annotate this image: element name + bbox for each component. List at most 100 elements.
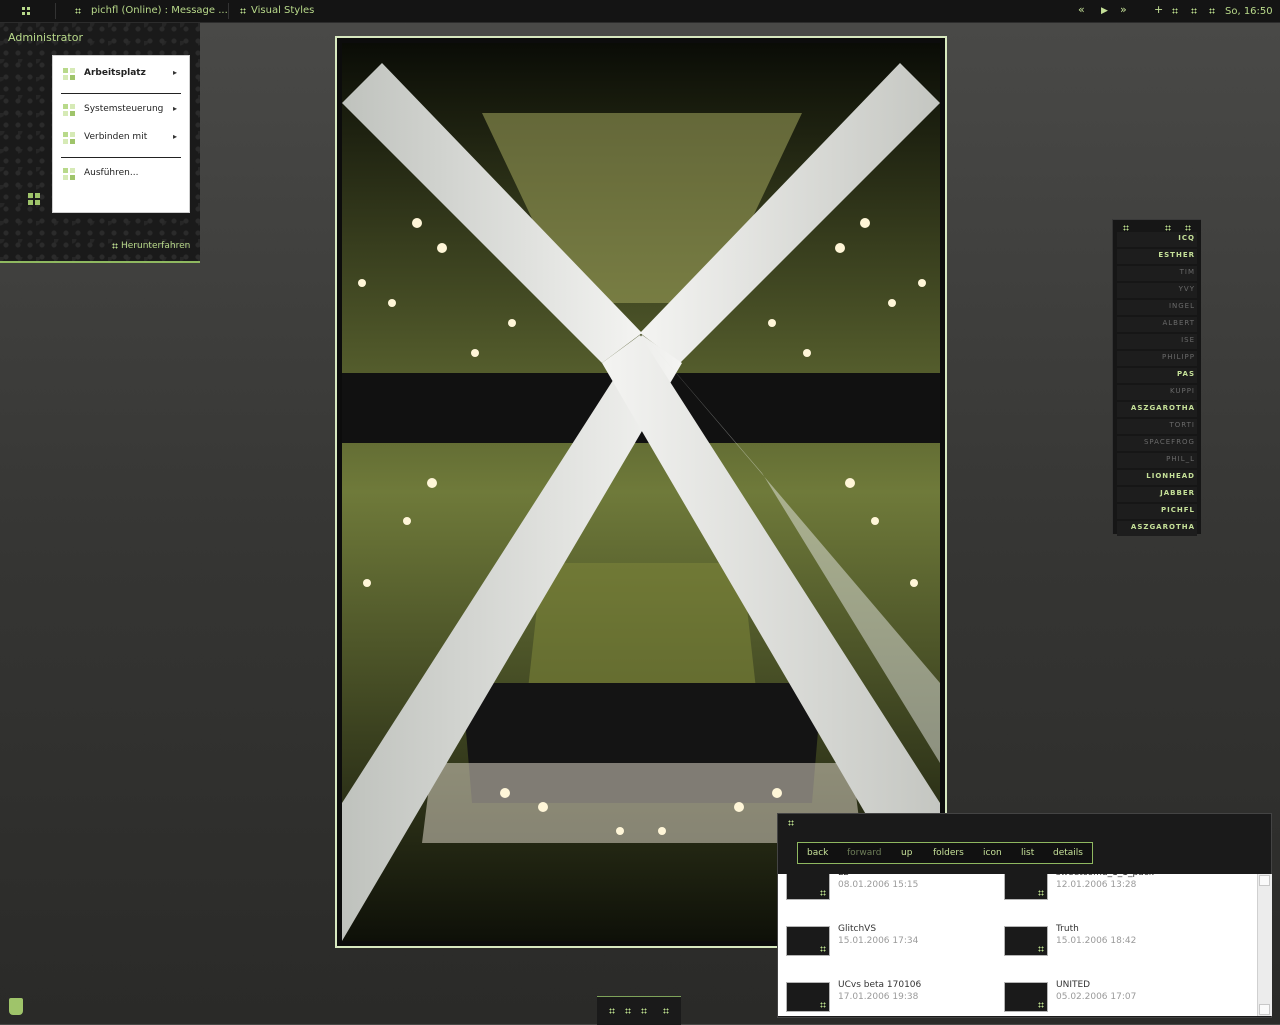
folder-thumbnail <box>1004 874 1048 900</box>
contact-item[interactable]: TIM <box>1180 268 1195 276</box>
contact-item[interactable]: ASZGAROTHA <box>1131 404 1195 412</box>
start-menu: Administrator Arbeitsplatz ▸ Systemsteue… <box>0 23 200 263</box>
contact-item[interactable]: INGEL <box>1169 302 1195 310</box>
control-panel-icon <box>63 104 75 116</box>
explorer-toolbar: back forward up folders icon list detail… <box>797 842 1093 864</box>
contact-item[interactable]: PICHFL <box>1161 506 1195 514</box>
user-name: Administrator <box>8 31 83 44</box>
menu-item-systemsteuerung[interactable]: Systemsteuerung ▸ <box>53 100 189 120</box>
file-name: sweetcomu_1_1_pack <box>1056 874 1154 878</box>
tray-network-icon[interactable] <box>1209 8 1215 14</box>
contact-item[interactable]: ICQ <box>1178 234 1195 242</box>
architecture-photo-illustration <box>342 43 940 941</box>
rewind-icon[interactable]: « <box>1078 4 1085 16</box>
wallpaper-photo <box>335 36 947 948</box>
tray-dots-icon[interactable] <box>1172 8 1178 14</box>
menu-divider <box>61 93 181 94</box>
task-label: pichfl (Online) : Message ... <box>91 5 228 16</box>
clock[interactable]: So, 16:50 <box>1225 6 1273 17</box>
dock-item-icon[interactable] <box>641 1008 647 1014</box>
folders-button[interactable]: folders <box>933 848 964 858</box>
contact-item[interactable]: PHIL_L <box>1166 455 1195 463</box>
file-list: LE 08.01.2006 15:15 sweetcomu_1_1_pack 1… <box>778 874 1257 1016</box>
options-dots-icon[interactable] <box>1185 225 1191 231</box>
menu-item-label: Systemsteuerung <box>84 104 164 114</box>
folder-thumbnail <box>1004 926 1048 956</box>
contact-item[interactable]: ISE <box>1181 336 1195 344</box>
scroll-down-button[interactable] <box>1259 1004 1270 1015</box>
file-item[interactable]: sweetcomu_1_1_pack 12.01.2006 13:28 <box>996 874 1196 904</box>
contact-item[interactable]: PAS <box>1177 370 1195 378</box>
submenu-arrow-icon: ▸ <box>172 104 177 113</box>
shutdown-label: Herunterfahren <box>121 241 191 251</box>
recycle-bin-icon[interactable] <box>9 998 23 1015</box>
contact-item[interactable]: PHILIPP <box>1162 353 1195 361</box>
dock-item-icon[interactable] <box>625 1008 631 1014</box>
file-date: 08.01.2006 15:15 <box>838 880 919 890</box>
contact-item[interactable]: ESTHER <box>1158 251 1195 259</box>
start-button[interactable] <box>0 0 54 22</box>
task-dots-icon <box>240 8 246 14</box>
up-button[interactable]: up <box>901 848 912 858</box>
file-item[interactable]: UCvs beta 170106 17.01.2006 19:38 <box>778 980 978 1016</box>
file-date: 12.01.2006 13:28 <box>1056 880 1137 890</box>
all-programs-icon[interactable] <box>28 193 40 205</box>
add-icon[interactable]: + <box>1154 4 1163 16</box>
taskbar-task-visual-styles[interactable]: Visual Styles <box>232 0 352 22</box>
taskbar-separator <box>55 3 56 19</box>
contact-item[interactable]: TORTI <box>1170 421 1195 429</box>
file-name: UNITED <box>1056 980 1091 990</box>
contact-item[interactable]: SPACEFROG <box>1144 438 1195 446</box>
menu-item-label: Ausführen... <box>84 168 139 178</box>
contact-item[interactable]: LIONHEAD <box>1146 472 1195 480</box>
menu-item-verbinden-mit[interactable]: Verbinden mit ▸ <box>53 128 189 148</box>
play-icon[interactable]: ▶ <box>1101 5 1108 17</box>
file-date: 17.01.2006 19:38 <box>838 992 919 1002</box>
menu-dots-icon[interactable] <box>1123 225 1129 231</box>
details-view-button[interactable]: details <box>1053 848 1083 858</box>
file-item[interactable]: UNITED 05.02.2006 17:07 <box>996 980 1196 1016</box>
task-label: Visual Styles <box>251 5 315 16</box>
start-grid-icon <box>22 7 30 15</box>
dock-resize-icon[interactable] <box>663 1008 669 1014</box>
file-item[interactable]: Truth 15.01.2006 18:42 <box>996 924 1196 960</box>
menu-item-arbeitsplatz[interactable]: Arbeitsplatz ▸ <box>53 64 189 84</box>
submenu-arrow-icon: ▸ <box>172 132 177 141</box>
menu-item-label: Arbeitsplatz <box>84 68 146 78</box>
contact-item[interactable]: KUPPI <box>1170 387 1195 395</box>
folder-thumbnail <box>1004 982 1048 1012</box>
file-date: 15.01.2006 18:42 <box>1056 936 1137 946</box>
taskbar-separator <box>228 3 229 19</box>
submenu-arrow-icon: ▸ <box>172 68 177 77</box>
taskbar: pichfl (Online) : Message ... Visual Sty… <box>0 0 1280 23</box>
fast-forward-icon[interactable]: » <box>1120 4 1127 16</box>
status-dots-icon[interactable] <box>1165 225 1171 231</box>
forward-button[interactable]: forward <box>847 848 882 858</box>
contact-item[interactable]: JABBER <box>1160 489 1195 497</box>
shutdown-dots-icon <box>112 242 118 249</box>
menu-item-ausfuehren[interactable]: Ausführen... <box>53 164 189 184</box>
contact-item[interactable]: ASZGAROTHA <box>1131 523 1195 531</box>
file-name: Truth <box>1056 924 1079 934</box>
back-button[interactable]: back <box>807 848 828 858</box>
file-name: LE <box>838 874 849 878</box>
file-date: 05.02.2006 17:07 <box>1056 992 1137 1002</box>
file-name: UCvs beta 170106 <box>838 980 922 990</box>
shutdown-button[interactable]: Herunterfahren <box>112 241 190 251</box>
vertical-scrollbar[interactable] <box>1257 874 1272 1016</box>
contact-item[interactable]: ALBERT <box>1162 319 1195 327</box>
folder-thumbnail <box>786 874 830 900</box>
dock-item-icon[interactable] <box>609 1008 615 1014</box>
window-grip-icon[interactable] <box>788 820 794 826</box>
file-item[interactable]: GlitchVS 15.01.2006 17:34 <box>778 924 978 960</box>
taskbar-task-message[interactable]: pichfl (Online) : Message ... <box>60 0 228 22</box>
tray-grid-icon[interactable] <box>1191 8 1197 14</box>
network-connections-icon <box>63 132 75 144</box>
computer-icon <box>63 68 75 80</box>
icon-view-button[interactable]: icon <box>983 848 1002 858</box>
bottom-dock <box>597 996 681 1025</box>
file-item[interactable]: LE 08.01.2006 15:15 <box>778 874 978 904</box>
contact-item[interactable]: YVY <box>1179 285 1195 293</box>
list-view-button[interactable]: list <box>1021 848 1034 858</box>
scroll-up-button[interactable] <box>1259 875 1270 886</box>
